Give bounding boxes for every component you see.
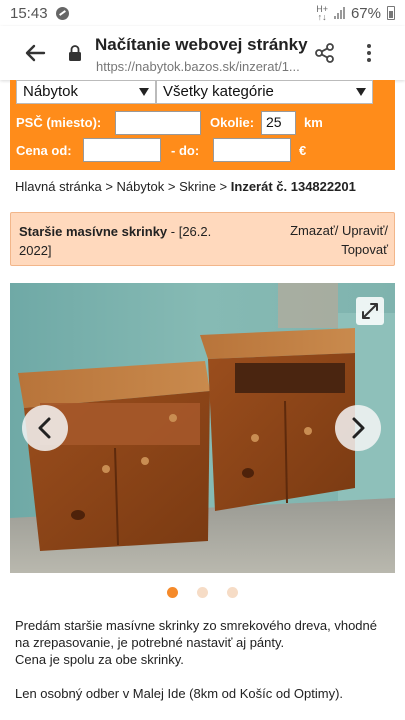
- psc-label: PSČ (miesto):: [16, 115, 102, 130]
- photo-gallery[interactable]: [10, 283, 395, 573]
- okolie-label: Okolie:: [210, 115, 255, 130]
- breadcrumb-separator: >: [215, 179, 231, 194]
- next-photo-button[interactable]: [335, 405, 381, 451]
- price-from-label: Cena od:: [16, 143, 72, 158]
- chevron-right-icon: [352, 417, 365, 439]
- gallery-dot[interactable]: [227, 587, 238, 598]
- network-type-icon: H+ ↑↓: [316, 5, 328, 22]
- do-not-disturb-icon: [55, 6, 69, 20]
- subcategory-select-value: Všetky kategórie: [163, 83, 274, 100]
- delete-link[interactable]: Zmazať/: [290, 223, 338, 238]
- lock-icon: [68, 44, 82, 62]
- price-to-label: - do:: [171, 143, 200, 158]
- subcategory-select[interactable]: Všetky kategórie: [156, 80, 373, 104]
- listing-header: Staršie masívne skrinky - [26.2. 2022] Z…: [10, 212, 395, 266]
- signal-icon: [333, 7, 345, 19]
- status-bar: 15:43 H+ ↑↓ 67%: [0, 0, 405, 26]
- url-bar[interactable]: https://nabytok.bazos.sk/inzerat/1...: [96, 59, 311, 74]
- arrow-back-icon: [25, 44, 46, 62]
- back-button[interactable]: [22, 40, 48, 66]
- menu-dot-icon: [367, 51, 371, 55]
- listing-title-block: Staršie masívne skrinky - [26.2. 2022]: [19, 222, 239, 260]
- status-right: H+ ↑↓ 67%: [316, 5, 395, 22]
- previous-photo-button[interactable]: [22, 405, 68, 451]
- breadcrumb-separator: >: [101, 179, 117, 194]
- share-button[interactable]: [314, 42, 336, 64]
- breadcrumb: Hlavná stránka > Nábytok > Skrine > Inze…: [15, 179, 356, 194]
- category-select-value: Nábytok: [23, 83, 79, 100]
- listing-description: Predám staršie masívne skrinky zo smreko…: [15, 617, 395, 702]
- top-link[interactable]: Topovať: [341, 242, 388, 257]
- breadcrumb-separator: >: [164, 179, 180, 194]
- psc-input[interactable]: [115, 111, 201, 135]
- status-time: 15:43: [10, 4, 48, 22]
- dropdown-arrow-icon: [356, 88, 366, 96]
- breadcrumb-subcategory-link[interactable]: Skrine: [179, 179, 216, 194]
- search-filter-panel: Nábytok Všetky kategórie PSČ (miesto): O…: [10, 80, 395, 170]
- breadcrumb-home-link[interactable]: Hlavná stránka: [15, 179, 102, 194]
- expand-icon: [362, 303, 378, 319]
- edit-link[interactable]: Upraviť/: [342, 223, 388, 238]
- description-line: Len osobný odber v Malej Ide (8km od Koš…: [15, 686, 344, 701]
- km-label: km: [304, 115, 323, 130]
- price-from-input[interactable]: [83, 138, 161, 162]
- gallery-dot[interactable]: [197, 587, 208, 598]
- battery-icon: [387, 6, 395, 20]
- category-select[interactable]: Nábytok: [16, 80, 156, 104]
- description-line: Cena je spolu za obe skrinky.: [15, 652, 184, 667]
- currency-label: €: [299, 143, 307, 158]
- share-icon: [315, 43, 334, 63]
- breadcrumb-current: Inzerát č. 134822201: [230, 179, 356, 194]
- menu-dot-icon: [367, 44, 371, 48]
- description-line: na zrepasovanie, je potrebné nastaviť aj…: [15, 635, 285, 650]
- description-line: Predám staršie masívne skrinky zo smreko…: [15, 618, 377, 633]
- price-to-input[interactable]: [213, 138, 291, 162]
- menu-dot-icon: [367, 58, 371, 62]
- gallery-pagination: [0, 587, 405, 598]
- network-activity-label: ↑↓: [317, 12, 327, 22]
- listing-date-year: 2022]: [19, 243, 52, 258]
- listing-actions: Zmazať/ Upraviť/ Topovať: [258, 221, 388, 259]
- overflow-menu-button[interactable]: [362, 42, 376, 64]
- page-title: Načítanie webovej stránky: [95, 35, 308, 54]
- listing-date: - [26.2.: [167, 224, 212, 239]
- dropdown-arrow-icon: [139, 88, 149, 96]
- fullscreen-button[interactable]: [356, 297, 384, 325]
- listing-title: Staršie masívne skrinky: [19, 224, 168, 239]
- chevron-left-icon: [38, 417, 51, 439]
- breadcrumb-category-link[interactable]: Nábytok: [117, 179, 165, 194]
- battery-percent: 67%: [350, 4, 381, 22]
- gallery-dot[interactable]: [167, 587, 178, 598]
- browser-toolbar: Načítanie webovej stránky https://nabyto…: [0, 26, 405, 80]
- okolie-input[interactable]: 25: [261, 111, 296, 135]
